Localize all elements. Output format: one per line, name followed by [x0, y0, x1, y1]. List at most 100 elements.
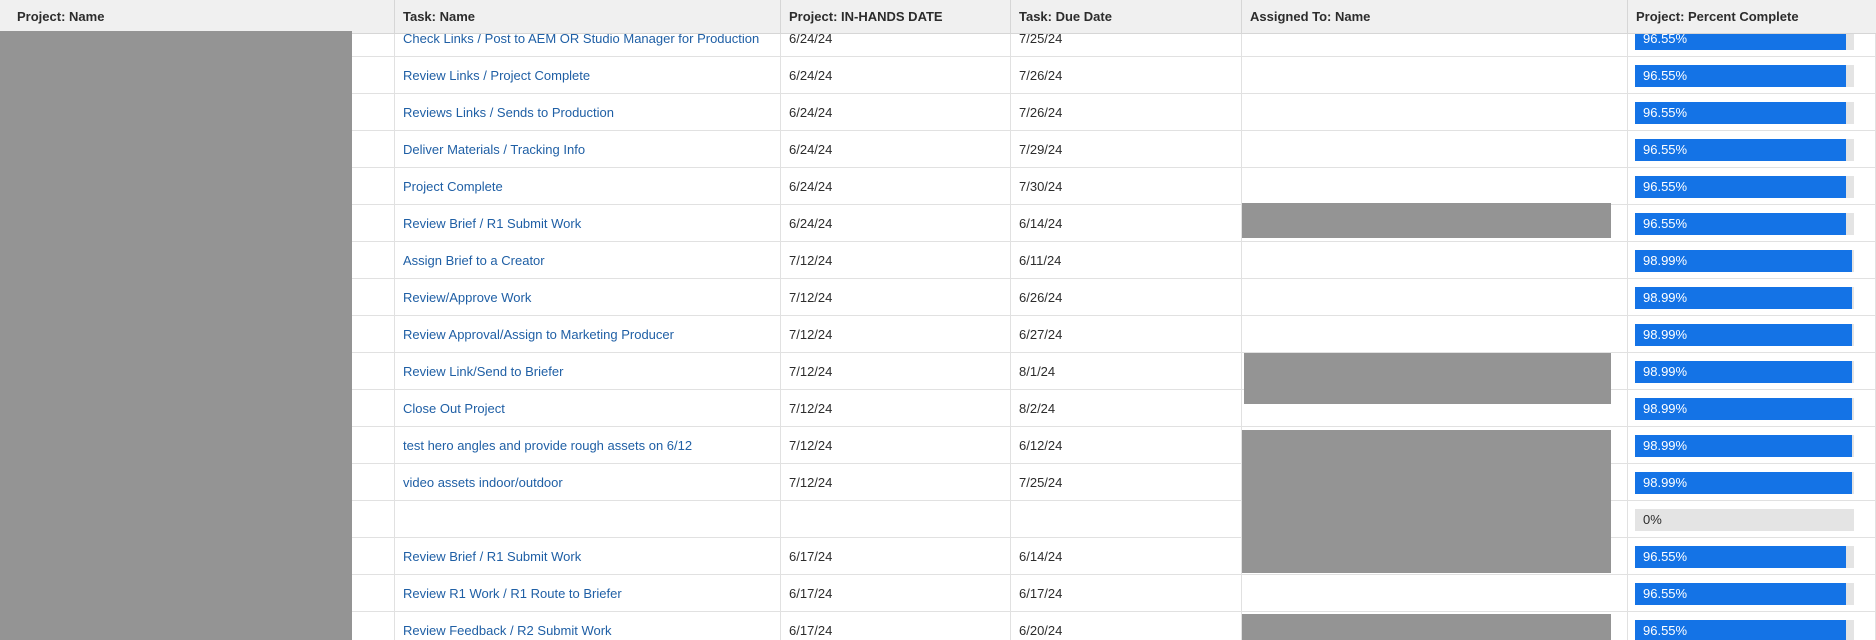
percent-complete-bar: 96.55%	[1635, 34, 1854, 50]
percent-complete-bar: 98.99%	[1635, 324, 1854, 346]
percent-complete-bar: 98.99%	[1635, 472, 1854, 494]
in-hands-date-cell: 7/12/24	[781, 353, 1011, 390]
in-hands-date-cell	[781, 501, 1011, 538]
task-name-cell[interactable]: Review Brief / R1 Submit Work	[395, 205, 781, 242]
task-name-cell[interactable]: Review R1 Work / R1 Route to Briefer	[395, 575, 781, 612]
percent-complete-bar: 98.99%	[1635, 287, 1854, 309]
percent-complete-bar: 96.55%	[1635, 65, 1854, 87]
assigned-to-cell	[1242, 131, 1628, 168]
percent-complete-label: 98.99%	[1643, 253, 1688, 268]
percent-complete-label: 0%	[1643, 512, 1662, 527]
in-hands-date-cell: 7/12/24	[781, 427, 1011, 464]
task-name-cell[interactable]: Review Feedback / R2 Submit Work	[395, 612, 781, 640]
column-header-project-name[interactable]: Project: Name	[9, 0, 389, 34]
redacted-assignee-block	[1242, 203, 1611, 238]
percent-complete-bar: 98.99%	[1635, 435, 1854, 457]
percent-complete-label: 96.55%	[1643, 142, 1688, 157]
redacted-assignee-block	[1244, 353, 1611, 404]
in-hands-date-cell: 6/17/24	[781, 538, 1011, 575]
task-name-cell[interactable]: Deliver Materials / Tracking Info	[395, 131, 781, 168]
in-hands-date-cell: 7/12/24	[781, 242, 1011, 279]
due-date-cell: 7/26/24	[1011, 94, 1242, 131]
percent-complete-bar: 96.55%	[1635, 583, 1854, 605]
task-name-cell[interactable]: Assign Brief to a Creator	[395, 242, 781, 279]
due-date-cell: 7/25/24	[1011, 464, 1242, 501]
due-date-cell: 8/2/24	[1011, 390, 1242, 427]
in-hands-date-cell: 6/17/24	[781, 612, 1011, 640]
percent-complete-label: 98.99%	[1643, 475, 1688, 490]
percent-complete-bar: 98.99%	[1635, 250, 1854, 272]
assigned-to-cell	[1242, 168, 1628, 205]
percent-complete-label: 98.99%	[1643, 327, 1688, 342]
percent-complete-label: 96.55%	[1643, 68, 1688, 83]
redacted-assignee-block	[1242, 614, 1611, 640]
due-date-cell: 8/1/24	[1011, 353, 1242, 390]
percent-complete-bar: 96.55%	[1635, 176, 1854, 198]
task-name-cell[interactable]	[395, 501, 781, 538]
percent-complete-label: 96.55%	[1643, 216, 1688, 231]
percent-complete-bar: 96.55%	[1635, 546, 1854, 568]
in-hands-date-cell: 6/24/24	[781, 131, 1011, 168]
due-date-cell: 6/17/24	[1011, 575, 1242, 612]
percent-complete-bar: 96.55%	[1635, 620, 1854, 640]
in-hands-date-cell: 6/17/24	[781, 575, 1011, 612]
percent-complete-label: 98.99%	[1643, 290, 1688, 305]
percent-complete-label: 96.55%	[1643, 623, 1688, 638]
in-hands-date-cell: 6/24/24	[781, 57, 1011, 94]
percent-complete-label: 96.55%	[1643, 586, 1688, 601]
percent-complete-bar: 96.55%	[1635, 213, 1854, 235]
percent-complete-bar: 0%	[1635, 509, 1854, 531]
assigned-to-cell	[1242, 575, 1628, 612]
task-name-cell[interactable]: test hero angles and provide rough asset…	[395, 427, 781, 464]
task-name-cell[interactable]: Close Out Project	[395, 390, 781, 427]
percent-complete-bar: 98.99%	[1635, 361, 1854, 383]
due-date-cell: 7/29/24	[1011, 131, 1242, 168]
in-hands-date-cell: 6/24/24	[781, 205, 1011, 242]
assigned-to-cell	[1242, 242, 1628, 279]
redacted-project-name-block	[0, 31, 352, 640]
percent-complete-label: 98.99%	[1643, 401, 1688, 416]
due-date-cell: 6/14/24	[1011, 538, 1242, 575]
column-header-in-hands-date[interactable]: Project: IN-HANDS DATE	[781, 0, 1010, 34]
assigned-to-cell	[1242, 34, 1628, 57]
due-date-cell: 6/14/24	[1011, 205, 1242, 242]
in-hands-date-cell: 6/24/24	[781, 34, 1011, 57]
percent-complete-bar: 96.55%	[1635, 139, 1854, 161]
due-date-cell: 7/26/24	[1011, 57, 1242, 94]
assigned-to-cell	[1242, 94, 1628, 131]
due-date-cell: 6/26/24	[1011, 279, 1242, 316]
percent-complete-label: 96.55%	[1643, 105, 1688, 120]
task-name-cell[interactable]: Reviews Links / Sends to Production	[395, 94, 781, 131]
due-date-cell: 7/25/24	[1011, 34, 1242, 57]
percent-complete-label: 98.99%	[1643, 364, 1688, 379]
due-date-cell: 6/12/24	[1011, 427, 1242, 464]
percent-complete-label: 96.55%	[1643, 34, 1688, 46]
in-hands-date-cell: 7/12/24	[781, 464, 1011, 501]
due-date-cell	[1011, 501, 1242, 538]
assigned-to-cell	[1242, 316, 1628, 353]
assigned-to-cell	[1242, 57, 1628, 94]
column-header-percent-complete[interactable]: Project: Percent Complete	[1628, 0, 1876, 34]
column-header-assigned-to[interactable]: Assigned To: Name	[1242, 0, 1627, 34]
in-hands-date-cell: 6/24/24	[781, 168, 1011, 205]
percent-complete-bar: 96.55%	[1635, 102, 1854, 124]
percent-complete-label: 96.55%	[1643, 179, 1688, 194]
due-date-cell: 6/11/24	[1011, 242, 1242, 279]
task-name-cell[interactable]: Review/Approve Work	[395, 279, 781, 316]
in-hands-date-cell: 7/12/24	[781, 390, 1011, 427]
redacted-assignee-block	[1242, 430, 1611, 573]
task-name-cell[interactable]: Project Complete	[395, 168, 781, 205]
due-date-cell: 6/27/24	[1011, 316, 1242, 353]
column-header-due-date[interactable]: Task: Due Date	[1011, 0, 1241, 34]
task-name-cell[interactable]: Review Link/Send to Briefer	[395, 353, 781, 390]
task-name-cell[interactable]: video assets indoor/outdoor	[395, 464, 781, 501]
task-name-cell[interactable]: Review Links / Project Complete	[395, 57, 781, 94]
percent-complete-bar: 98.99%	[1635, 398, 1854, 420]
column-header-task-name[interactable]: Task: Name	[395, 0, 780, 34]
percent-complete-label: 96.55%	[1643, 549, 1688, 564]
task-name-cell[interactable]: Check Links / Post to AEM OR Studio Mana…	[395, 34, 781, 57]
task-name-cell[interactable]: Review Brief / R1 Submit Work	[395, 538, 781, 575]
task-name-cell[interactable]: Review Approval/Assign to Marketing Prod…	[395, 316, 781, 353]
assigned-to-cell	[1242, 279, 1628, 316]
due-date-cell: 6/20/24	[1011, 612, 1242, 640]
